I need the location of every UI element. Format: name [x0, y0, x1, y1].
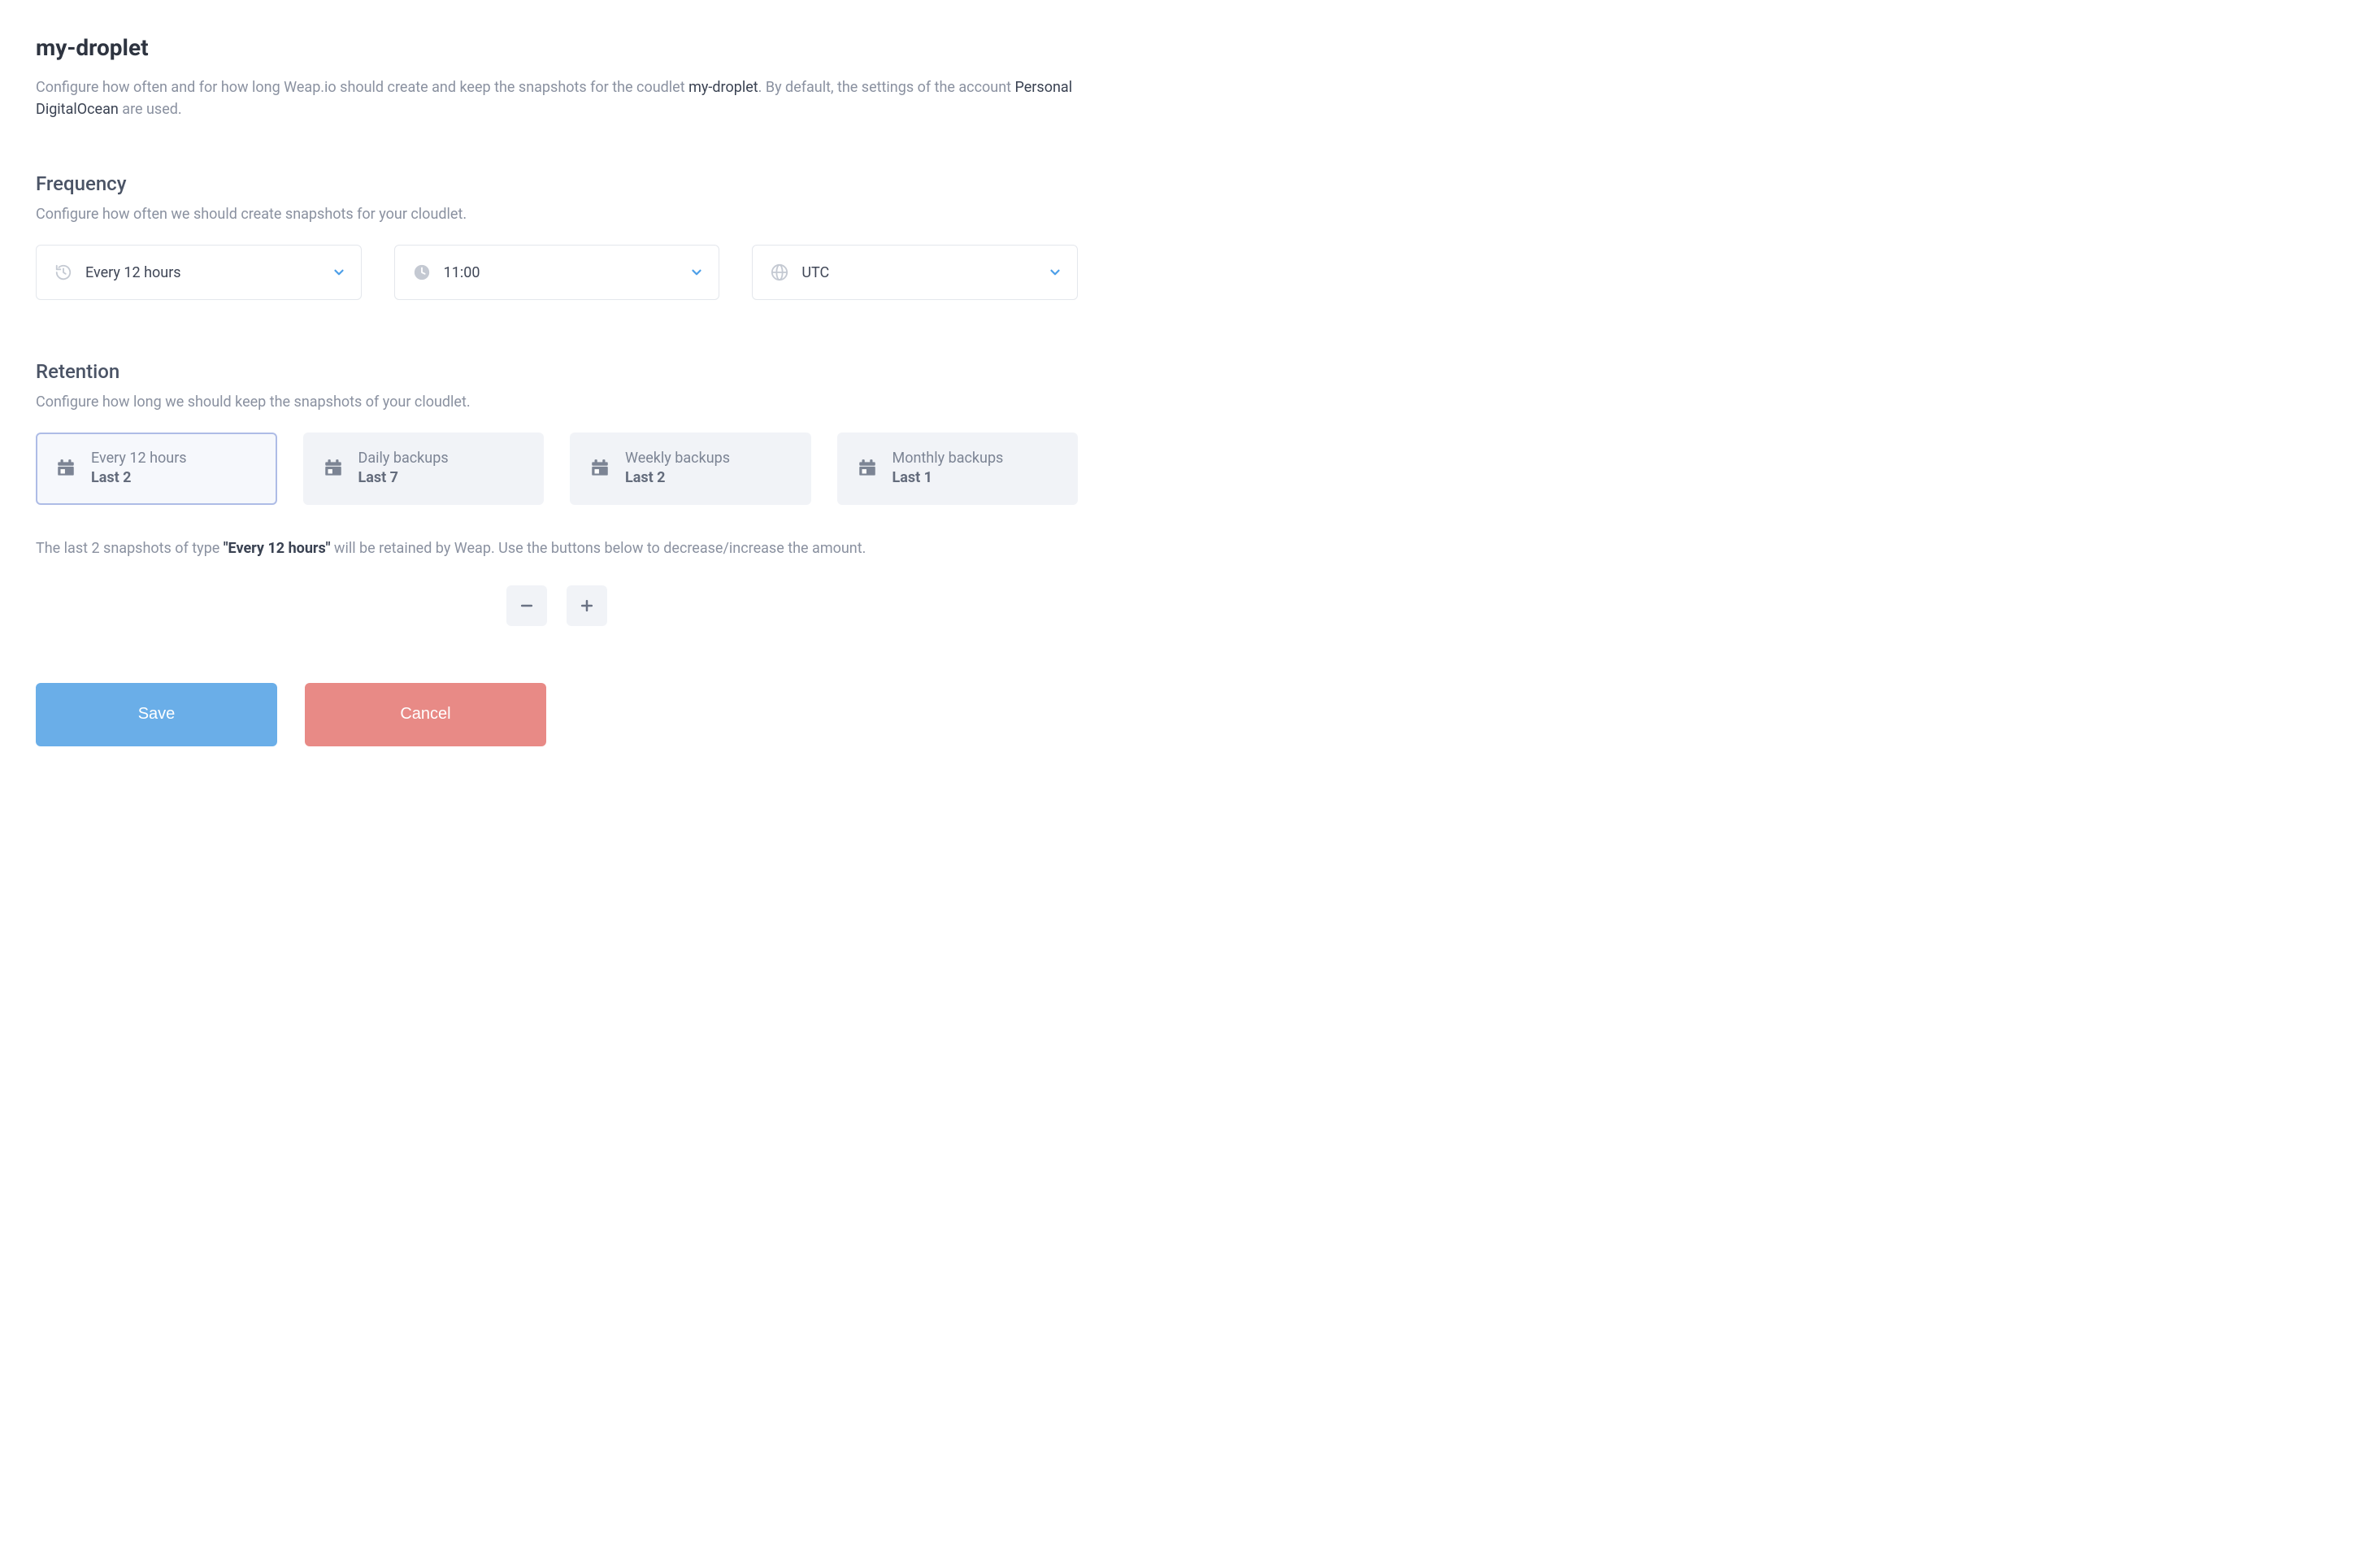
- retention-card-label: Monthly backups: [892, 449, 1004, 468]
- chevron-down-icon: [1048, 265, 1062, 280]
- interval-label: Every 12 hours: [85, 262, 332, 284]
- retention-card-texts: Every 12 hoursLast 2: [91, 449, 187, 489]
- retention-card-label: Every 12 hours: [91, 449, 187, 468]
- retention-heading: Retention: [36, 357, 1078, 386]
- retention-stepper: [36, 585, 1078, 626]
- calendar-icon: [55, 458, 76, 479]
- chevron-down-icon: [332, 265, 346, 280]
- retention-card[interactable]: Every 12 hoursLast 2: [36, 433, 277, 505]
- retention-card-value: Last 1: [892, 468, 1004, 488]
- decrease-button[interactable]: [506, 585, 547, 626]
- intro-text: Configure how often and for how long Wea…: [36, 76, 1078, 120]
- interval-select[interactable]: Every 12 hours: [36, 245, 362, 300]
- retention-card-texts: Weekly backupsLast 2: [625, 449, 730, 489]
- retention-card-texts: Daily backupsLast 7: [358, 449, 449, 489]
- intro-pre: Configure how often and for how long Wea…: [36, 79, 688, 96]
- timezone-select[interactable]: UTC: [752, 245, 1078, 300]
- frequency-heading: Frequency: [36, 169, 1078, 198]
- retention-note-type: "Every 12 hours": [224, 540, 331, 557]
- page-title: my-droplet: [36, 31, 1078, 65]
- timezone-label: UTC: [801, 262, 1048, 284]
- retention-card-value: Last 2: [91, 468, 187, 488]
- increase-button[interactable]: [567, 585, 607, 626]
- retention-card[interactable]: Weekly backupsLast 2: [570, 433, 811, 505]
- retention-card-texts: Monthly backupsLast 1: [892, 449, 1004, 489]
- retention-card[interactable]: Daily backupsLast 7: [303, 433, 545, 505]
- frequency-selects: Every 12 hours 11:00: [36, 245, 1078, 300]
- history-icon: [51, 263, 76, 281]
- retention-note-post: will be retained by Weap. Use the button…: [330, 540, 866, 557]
- settings-panel: my-droplet Configure how often and for h…: [0, 0, 1114, 777]
- intro-cloudlet: my-droplet: [688, 79, 758, 96]
- retention-note-pre: The last 2 snapshots of type: [36, 540, 224, 557]
- calendar-icon: [323, 458, 344, 479]
- frequency-desc: Configure how often we should create sna…: [36, 203, 1078, 225]
- intro-post: are used.: [119, 101, 182, 118]
- retention-cards: Every 12 hoursLast 2Daily backupsLast 7W…: [36, 433, 1078, 505]
- time-select[interactable]: 11:00: [394, 245, 720, 300]
- retention-card-label: Daily backups: [358, 449, 449, 468]
- calendar-icon: [857, 458, 878, 479]
- retention-desc: Configure how long we should keep the sn…: [36, 391, 1078, 413]
- actions-row: Save Cancel: [36, 683, 1078, 746]
- intro-mid: . By default, the settings of the accoun…: [758, 79, 1015, 96]
- retention-note: The last 2 snapshots of type "Every 12 h…: [36, 537, 1078, 559]
- chevron-down-icon: [689, 265, 704, 280]
- time-label: 11:00: [444, 262, 690, 284]
- retention-card-value: Last 2: [625, 468, 730, 488]
- retention-card[interactable]: Monthly backupsLast 1: [837, 433, 1079, 505]
- save-button[interactable]: Save: [36, 683, 277, 746]
- cancel-button[interactable]: Cancel: [305, 683, 546, 746]
- clock-icon: [410, 263, 434, 281]
- plus-icon: [579, 598, 595, 614]
- calendar-icon: [589, 458, 610, 479]
- minus-icon: [519, 598, 535, 614]
- globe-icon: [767, 263, 792, 281]
- retention-card-label: Weekly backups: [625, 449, 730, 468]
- retention-card-value: Last 7: [358, 468, 449, 488]
